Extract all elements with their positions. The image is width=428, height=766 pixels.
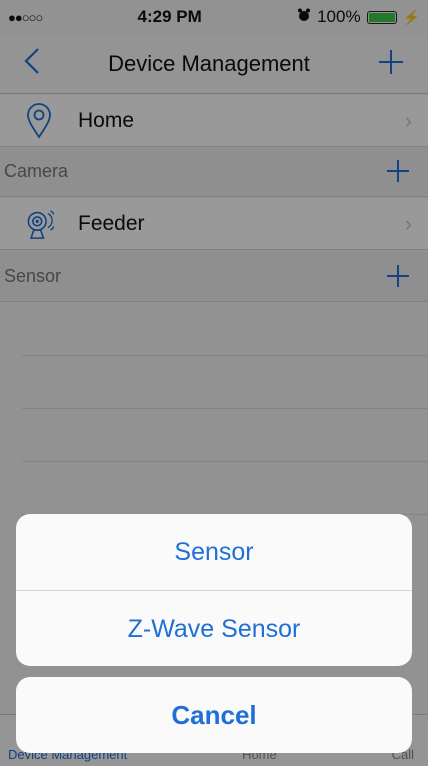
action-sheet: Sensor Z-Wave Sensor xyxy=(16,514,412,666)
sensor-option[interactable]: Sensor xyxy=(16,514,412,590)
cancel-button[interactable]: Cancel xyxy=(16,677,412,753)
z-wave-sensor-option[interactable]: Z-Wave Sensor xyxy=(16,590,412,666)
